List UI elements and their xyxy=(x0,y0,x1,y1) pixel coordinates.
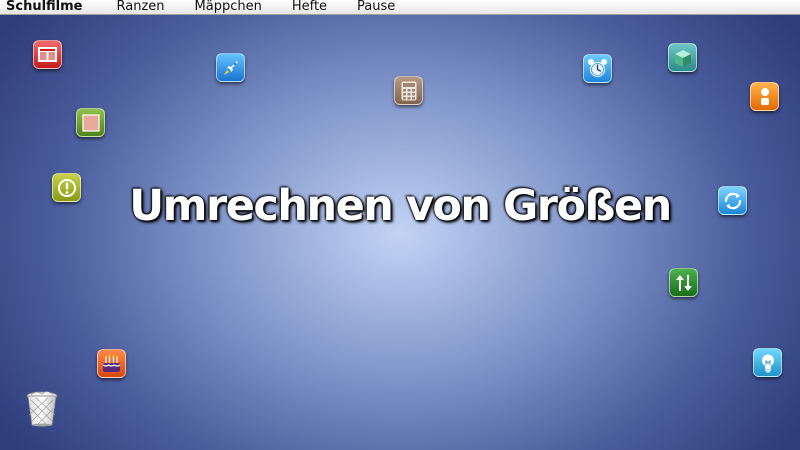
birthday-cake-icon[interactable] xyxy=(97,349,126,378)
up-down-arrows-icon[interactable] xyxy=(669,268,698,297)
menu-maeppchen[interactable]: Mäppchen xyxy=(195,0,262,14)
green-square-icon[interactable] xyxy=(76,108,105,137)
calculator-icon[interactable] xyxy=(394,76,423,105)
page-title: Umrechnen von Größen xyxy=(129,181,672,231)
cube-icon[interactable] xyxy=(668,43,697,72)
menu-ranzen[interactable]: Ranzen xyxy=(117,0,165,14)
menu-schulfilme[interactable]: Schulfilme xyxy=(6,0,83,14)
rocket-icon[interactable] xyxy=(216,53,245,82)
alert-icon[interactable] xyxy=(52,173,81,202)
lightbulb-icon[interactable] xyxy=(753,348,782,377)
sync-icon[interactable] xyxy=(718,186,747,215)
newspaper-icon[interactable] xyxy=(33,40,62,69)
trash-can-icon[interactable] xyxy=(22,388,62,428)
orange-dots-icon[interactable] xyxy=(750,82,779,111)
menu-hefte[interactable]: Hefte xyxy=(292,0,327,14)
menu-bar: Schulfilme Ranzen Mäppchen Hefte Pause xyxy=(0,0,800,15)
alarm-clock-icon[interactable] xyxy=(583,54,612,83)
menu-pause[interactable]: Pause xyxy=(357,0,395,14)
